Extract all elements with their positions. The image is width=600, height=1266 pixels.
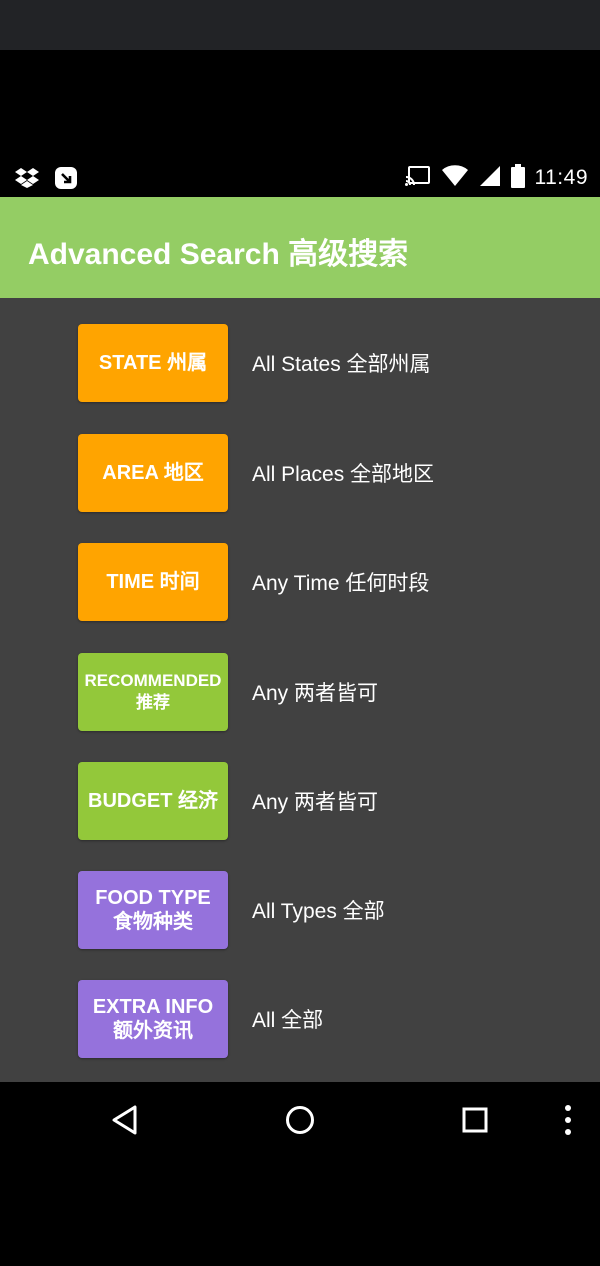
recommended-filter-button[interactable]: RECOMMENDED 推荐	[78, 653, 228, 731]
battery-icon	[510, 164, 525, 192]
recommended-filter-label-en: RECOMMENDED	[84, 671, 222, 690]
filter-row-time[interactable]: TIME 时间 Any Time 任何时段	[78, 543, 578, 621]
state-filter-value[interactable]: All States 全部州属	[252, 324, 431, 402]
state-filter-button[interactable]: STATE 州属	[78, 324, 228, 402]
home-icon[interactable]	[280, 1100, 320, 1140]
dropbox-icon	[14, 167, 40, 193]
time-filter-value[interactable]: Any Time 任何时段	[252, 543, 429, 621]
budget-filter-button[interactable]: BUDGET 经济	[78, 762, 228, 840]
budget-filter-value[interactable]: Any 两者皆可	[252, 762, 378, 840]
filter-row-extra-info[interactable]: EXTRA INFO 额外资讯 All 全部	[78, 980, 578, 1058]
filter-row-state[interactable]: STATE 州属 All States 全部州属	[78, 324, 578, 402]
extra-info-filter-label-en: EXTRA INFO	[92, 996, 214, 1018]
area-filter-button[interactable]: AREA 地区	[78, 434, 228, 512]
extra-info-filter-label-zh: 额外资讯	[113, 1020, 193, 1042]
filter-row-recommended[interactable]: RECOMMENDED 推荐 Any 两者皆可	[78, 653, 578, 731]
back-icon[interactable]	[105, 1100, 145, 1140]
signal-icon	[479, 165, 501, 191]
food-type-filter-label-zh: 食物种类	[112, 911, 193, 933]
app-bar: Advanced Search 高级搜索	[0, 197, 600, 298]
filter-row-food-type[interactable]: FOOD TYPE 食物种类 All Types 全部	[78, 871, 578, 949]
cast-icon	[404, 165, 431, 191]
filter-row-area[interactable]: AREA 地区 All Places 全部地区	[78, 434, 578, 512]
status-bar: 11:49	[0, 160, 600, 197]
state-filter-label: STATE 州属	[98, 352, 208, 374]
time-filter-label: TIME 时间	[106, 571, 200, 593]
more-icon[interactable]	[548, 1100, 588, 1140]
download-icon	[54, 166, 78, 194]
food-type-filter-label-en: FOOD TYPE	[95, 887, 211, 909]
food-type-filter-value[interactable]: All Types 全部	[252, 871, 385, 949]
recents-icon[interactable]	[455, 1100, 495, 1140]
extra-info-filter-button[interactable]: EXTRA INFO 额外资讯	[78, 980, 228, 1058]
filter-list: STATE 州属 All States 全部州属 AREA 地区 All Pla…	[0, 298, 600, 1082]
extra-info-filter-value[interactable]: All 全部	[252, 980, 323, 1058]
filter-row-budget[interactable]: BUDGET 经济 Any 两者皆可	[78, 762, 578, 840]
wifi-icon	[441, 165, 469, 191]
recommended-filter-value[interactable]: Any 两者皆可	[252, 653, 378, 731]
status-time: 11:49	[534, 166, 588, 189]
time-filter-button[interactable]: TIME 时间	[78, 543, 228, 621]
budget-filter-label: BUDGET 经济	[88, 790, 218, 812]
top-strip	[0, 0, 600, 50]
area-filter-value[interactable]: All Places 全部地区	[252, 434, 434, 512]
navigation-bar	[0, 1082, 600, 1158]
area-filter-label: AREA 地区	[102, 462, 204, 484]
recommended-filter-label-zh: 推荐	[135, 693, 170, 712]
food-type-filter-button[interactable]: FOOD TYPE 食物种类	[78, 871, 228, 949]
page-title: Advanced Search 高级搜索	[28, 238, 409, 271]
